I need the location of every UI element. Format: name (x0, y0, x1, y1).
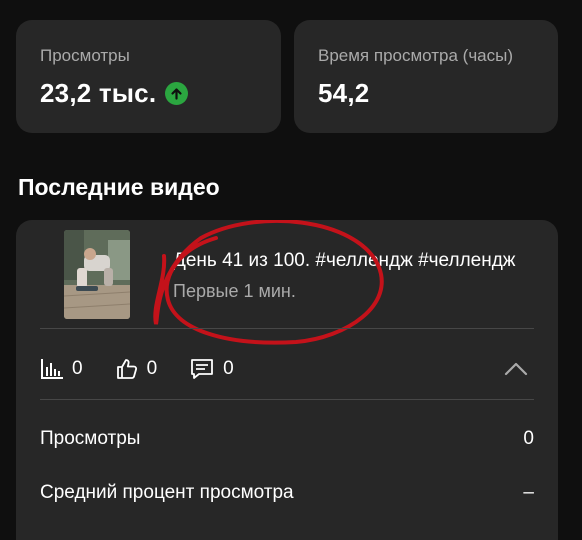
comment-icon (191, 359, 214, 379)
detail-row-views: Просмотры 0 (40, 428, 534, 450)
detail-label: Просмотры (40, 428, 141, 449)
comments-count: 0 (223, 358, 234, 379)
chevron-up-icon[interactable] (504, 358, 528, 380)
divider (40, 399, 534, 400)
detail-value: – (523, 482, 534, 503)
section-title: Последние видео (18, 174, 220, 200)
video-metrics-row: 0 0 0 (40, 354, 534, 384)
views-count: 0 (72, 358, 83, 379)
detail-label: Средний процент просмотра (40, 482, 294, 503)
watch-time-stat-card[interactable]: Время просмотра (часы) 54,2 (294, 20, 558, 133)
views-stat-card[interactable]: Просмотры 23,2 тыс. (16, 20, 281, 133)
comments-metric[interactable]: 0 (189, 357, 234, 381)
video-title[interactable]: День 41 из 100. #челлендж #челлендж (173, 250, 543, 272)
likes-count: 0 (146, 358, 158, 379)
latest-video-card[interactable]: День 41 из 100. #челлендж #челлендж Перв… (16, 220, 558, 540)
analytics-page: Просмотры 23,2 тыс. Время просмотра (час… (0, 0, 582, 540)
video-subtitle: Первые 1 мин. (173, 281, 296, 301)
bar-chart-icon (41, 359, 63, 379)
arrow-up-circle-icon (165, 82, 189, 105)
watch-time-stat-label: Время просмотра (часы) (318, 46, 514, 65)
divider (40, 328, 534, 329)
views-stat-value: 23,2 тыс. (40, 78, 157, 108)
thumbs-up-icon (116, 359, 137, 379)
detail-value: 0 (523, 428, 534, 449)
watch-time-stat-value: 54,2 (318, 78, 370, 108)
detail-row-avg-percent: Средний процент просмотра – (40, 482, 534, 504)
views-stat-label: Просмотры (40, 46, 130, 65)
views-metric[interactable]: 0 (40, 358, 83, 380)
likes-metric[interactable]: 0 (115, 357, 158, 381)
video-thumbnail[interactable] (64, 230, 130, 319)
